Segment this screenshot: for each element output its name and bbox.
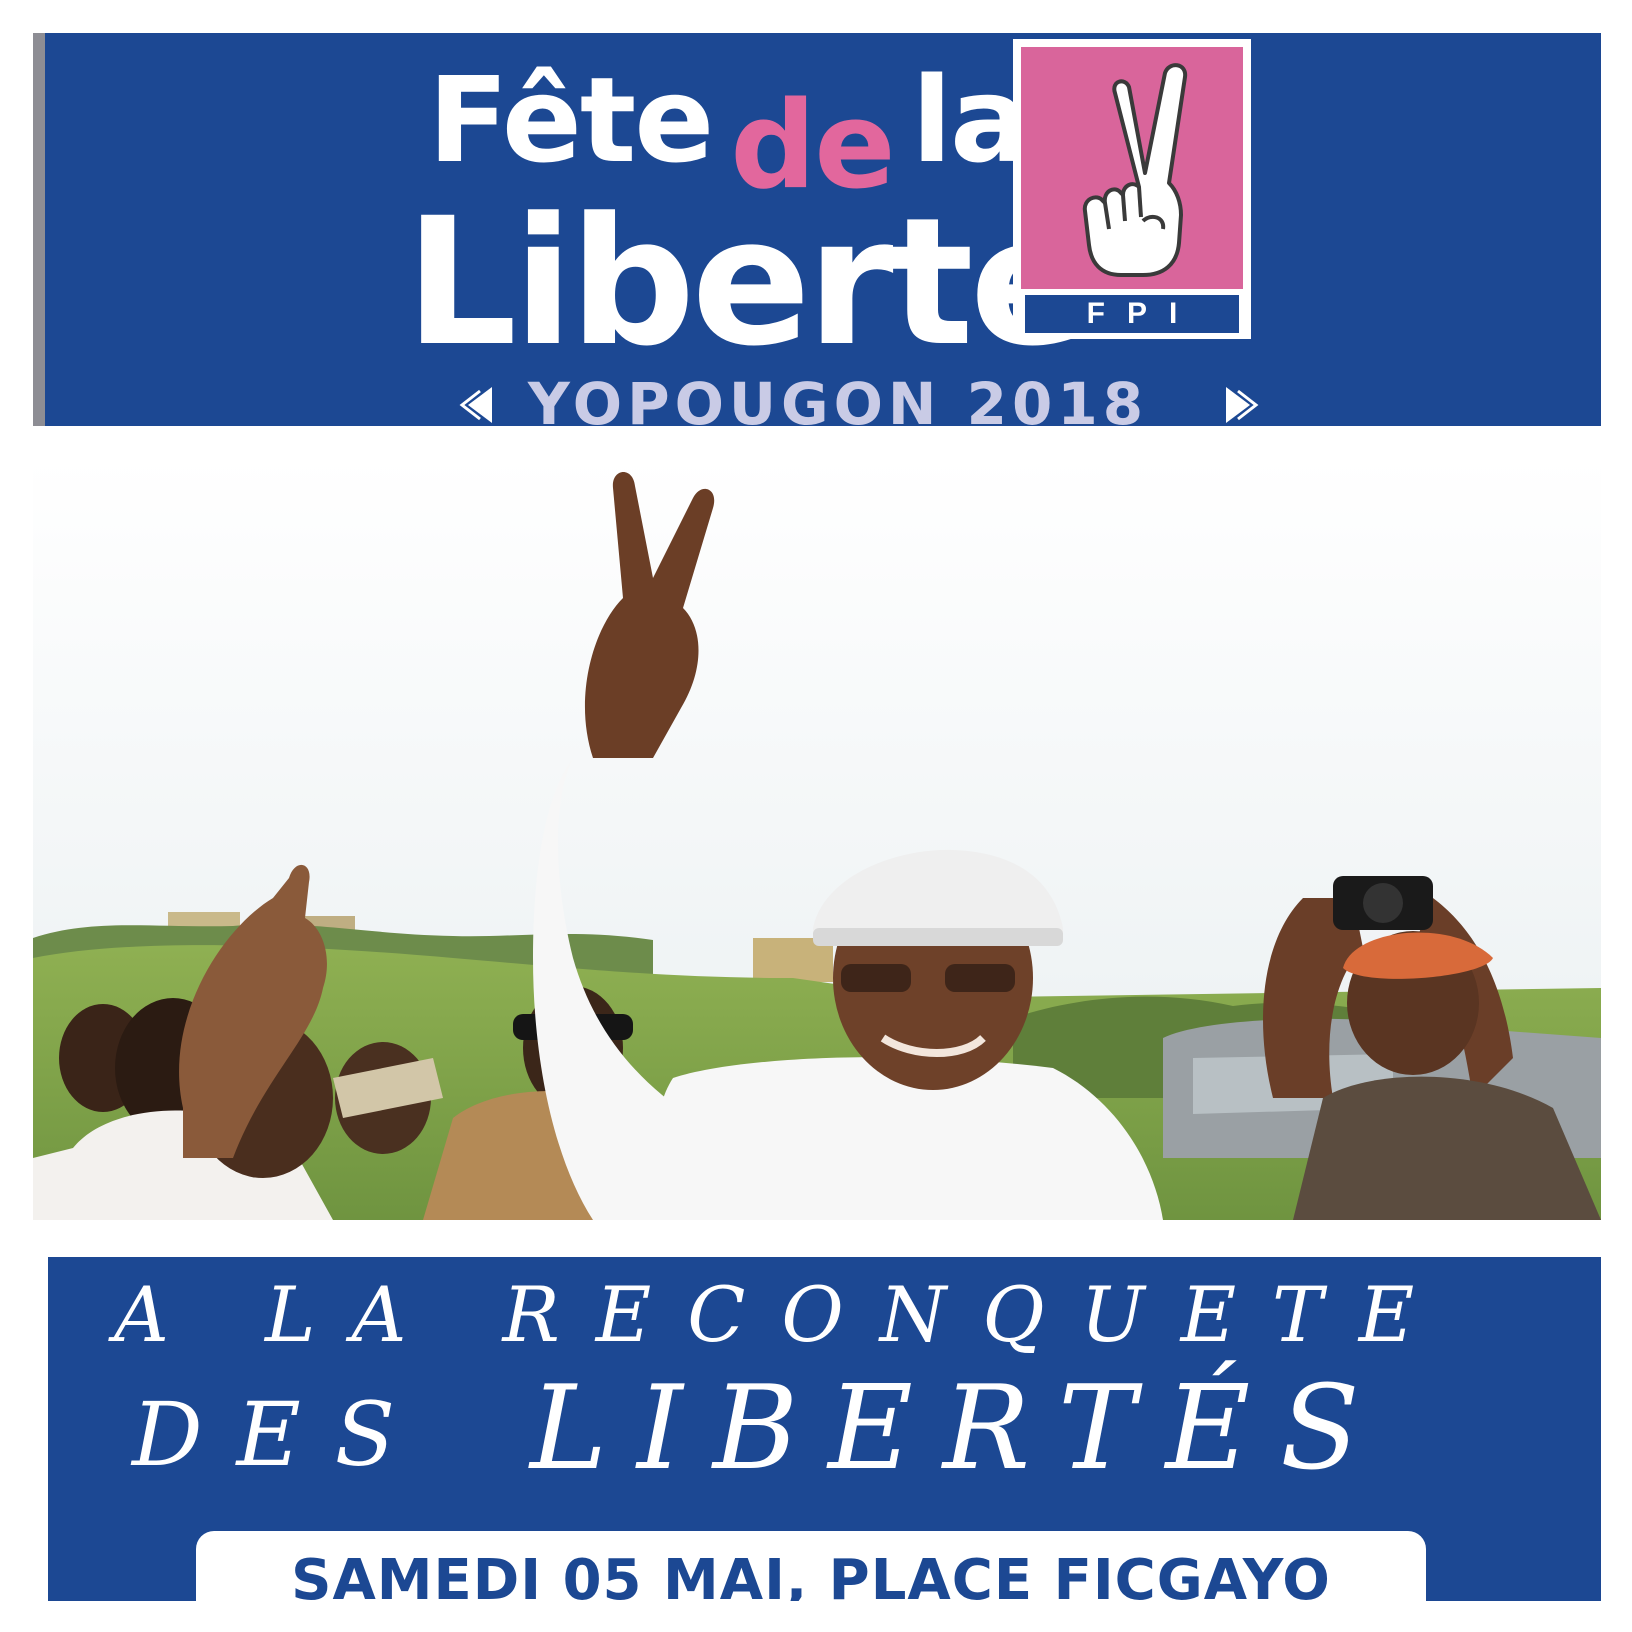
- fpi-logo: FPI: [1013, 39, 1251, 339]
- chevron-right-icon: [1226, 387, 1259, 423]
- event-photo: [33, 458, 1601, 1220]
- photo-icon: [33, 458, 1601, 1220]
- event-date-place: SAMEDI 05 MAI, PLACE FICGAYO: [291, 1548, 1331, 1602]
- title-word-la: la: [911, 51, 1030, 189]
- slogan-line-2-des: DES: [132, 1383, 430, 1486]
- location-year: YOPOUGON 2018: [527, 370, 1149, 426]
- slogan-line-2-libertes: LIBERTÉS: [530, 1361, 1390, 1496]
- header-banner: Fête de la Liberté FPI YOPOUGON 2018: [33, 33, 1601, 426]
- title-word-fete: Fête: [428, 51, 714, 189]
- title-line-1: Fête de la: [428, 45, 1030, 216]
- banner-edge: [33, 33, 45, 426]
- victory-hand-icon: [1082, 63, 1188, 277]
- slogan-line-1: A LA RECONQUETE: [114, 1270, 1451, 1359]
- location-row: YOPOUGON 2018: [428, 370, 1298, 426]
- title-line-2: Liberté: [405, 180, 1089, 385]
- logo-label: FPI: [1025, 295, 1239, 333]
- slogan-banner: A LA RECONQUETE DES LIBERTÉS SAMEDI 05 M…: [48, 1257, 1601, 1601]
- event-info-box: SAMEDI 05 MAI, PLACE FICGAYO: [196, 1531, 1426, 1601]
